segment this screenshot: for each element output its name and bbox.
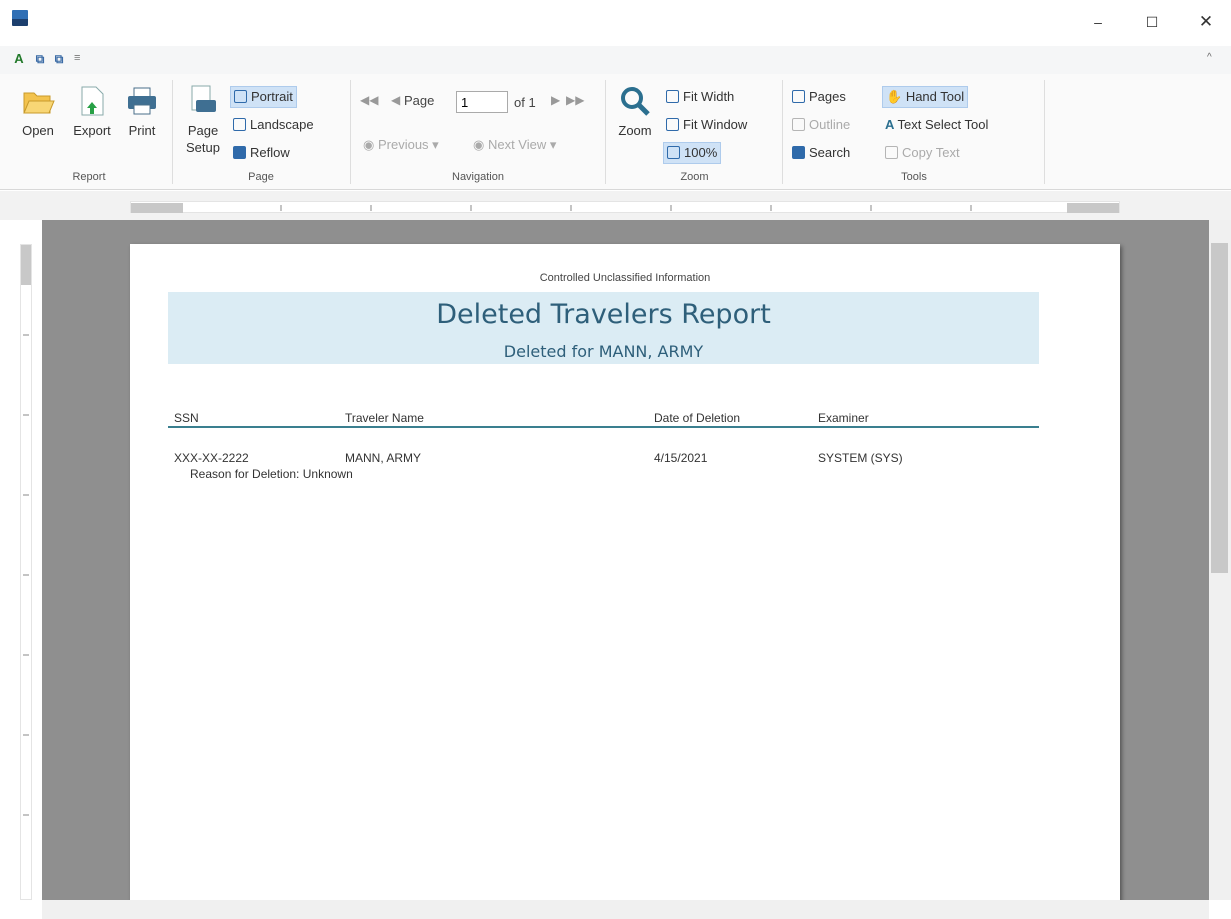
deletion-reason: Reason for Deletion: Unknown	[190, 467, 353, 481]
next-view-button[interactable]: ◉ Next View ▾	[470, 134, 559, 156]
export-icon	[81, 86, 104, 116]
portrait-button[interactable]: Portrait	[230, 86, 297, 108]
print-preview-icon[interactable]: ⧉	[33, 52, 47, 66]
column-header-traveler-name: Traveler Name	[345, 411, 424, 425]
forward-icon: ◉	[473, 137, 488, 152]
fit-width-icon	[666, 90, 679, 103]
group-divider	[782, 80, 783, 184]
close-button[interactable]: ✕	[1196, 12, 1216, 32]
customize-toolbar-icon[interactable]: ≡	[74, 52, 80, 64]
cell-examiner: SYSTEM (SYS)	[818, 451, 903, 465]
column-header-examiner: Examiner	[818, 411, 869, 425]
ruler-ticks	[131, 203, 1119, 213]
pages-button[interactable]: Pages	[789, 86, 849, 108]
reflow-icon	[233, 146, 246, 159]
fit-width-button[interactable]: Fit Width	[663, 86, 737, 108]
hand-icon: ✋	[886, 89, 906, 104]
last-page-icon[interactable]: ▶▶	[566, 93, 584, 107]
next-page-icon[interactable]: ▶	[551, 93, 560, 107]
previous-page-icon[interactable]: ◀︎	[391, 93, 400, 107]
collapse-ribbon-button[interactable]: ^	[1207, 52, 1212, 63]
group-divider	[172, 80, 173, 184]
group-divider	[605, 80, 606, 184]
copy-text-button[interactable]: Copy Text	[882, 142, 963, 164]
reflow-button[interactable]: Reflow	[230, 142, 293, 164]
horizontal-ruler	[130, 201, 1120, 213]
first-page-icon[interactable]: ◀︎◀︎	[360, 93, 378, 107]
fit-window-button[interactable]: Fit Window	[663, 114, 750, 136]
cell-date-of-deletion: 4/15/2021	[654, 451, 708, 465]
copy-icon	[885, 146, 898, 159]
portrait-icon	[234, 90, 247, 103]
page-label: Page	[404, 93, 435, 108]
page-setup-button[interactable]: Page Setup	[178, 84, 228, 156]
page-number-input[interactable]	[456, 91, 508, 113]
folder-open-icon	[23, 92, 55, 114]
zoom-group-label: Zoom	[680, 171, 709, 183]
export-button[interactable]: Export	[66, 84, 118, 139]
printer-icon	[128, 87, 156, 115]
text-cursor-icon: A	[885, 117, 898, 132]
back-icon: ◉	[363, 137, 378, 152]
print-button[interactable]: Print	[121, 84, 163, 139]
text-select-tool-button[interactable]: A Text Select Tool	[882, 114, 991, 136]
search-button[interactable]: Search	[789, 142, 853, 164]
open-button[interactable]: Open	[14, 84, 62, 139]
title-bar	[0, 0, 1231, 46]
report-group-label: Report	[72, 171, 106, 183]
text-select-icon[interactable]: A	[12, 52, 26, 66]
group-divider	[1044, 80, 1045, 184]
outline-icon	[792, 118, 805, 131]
report-title: Deleted Travelers Report	[436, 299, 771, 330]
search-icon	[792, 146, 805, 159]
hand-tool-button[interactable]: ✋ Hand Tool	[882, 86, 969, 108]
minimize-button[interactable]: –	[1088, 12, 1108, 32]
zoom-100-button[interactable]: 100%	[663, 142, 722, 164]
column-header-date-of-deletion: Date of Deletion	[654, 411, 741, 425]
vertical-scrollbar-thumb[interactable]	[1211, 243, 1228, 573]
page-view-icon[interactable]: ⧉	[52, 52, 66, 66]
previous-view-button[interactable]: ◉ Previous ▾	[360, 134, 442, 156]
group-divider	[350, 80, 351, 184]
classification-banner: Controlled Unclassified Information	[539, 272, 711, 284]
landscape-button[interactable]: Landscape	[230, 114, 317, 136]
app-icon	[12, 10, 28, 26]
quick-access-toolbar	[0, 46, 1231, 74]
cell-traveler-name: MANN, ARMY	[345, 451, 422, 465]
maximize-button[interactable]: ☐	[1142, 12, 1162, 32]
zoom-100-icon	[667, 146, 680, 159]
zoom-button[interactable]: Zoom	[612, 84, 658, 139]
page-count: of 1	[514, 95, 536, 110]
report-subtitle: Deleted for MANN, ARMY	[503, 342, 704, 361]
magnifier-icon	[621, 87, 650, 116]
navigation-group-label: Navigation	[452, 171, 504, 183]
landscape-icon	[233, 118, 246, 131]
pages-icon	[792, 90, 805, 103]
header-divider	[168, 426, 1039, 428]
page-setup-icon	[191, 85, 216, 112]
horizontal-scrollbar[interactable]	[42, 900, 1209, 919]
outline-button[interactable]: Outline	[789, 114, 853, 136]
vertical-ruler	[20, 244, 32, 900]
page-group-label: Page	[248, 171, 274, 183]
cell-ssn: XXX-XX-2222	[174, 451, 249, 465]
tools-group-label: Tools	[901, 171, 927, 183]
fit-window-icon	[666, 118, 679, 131]
column-header-ssn: SSN	[174, 411, 199, 425]
ruler-ticks	[21, 245, 31, 816]
